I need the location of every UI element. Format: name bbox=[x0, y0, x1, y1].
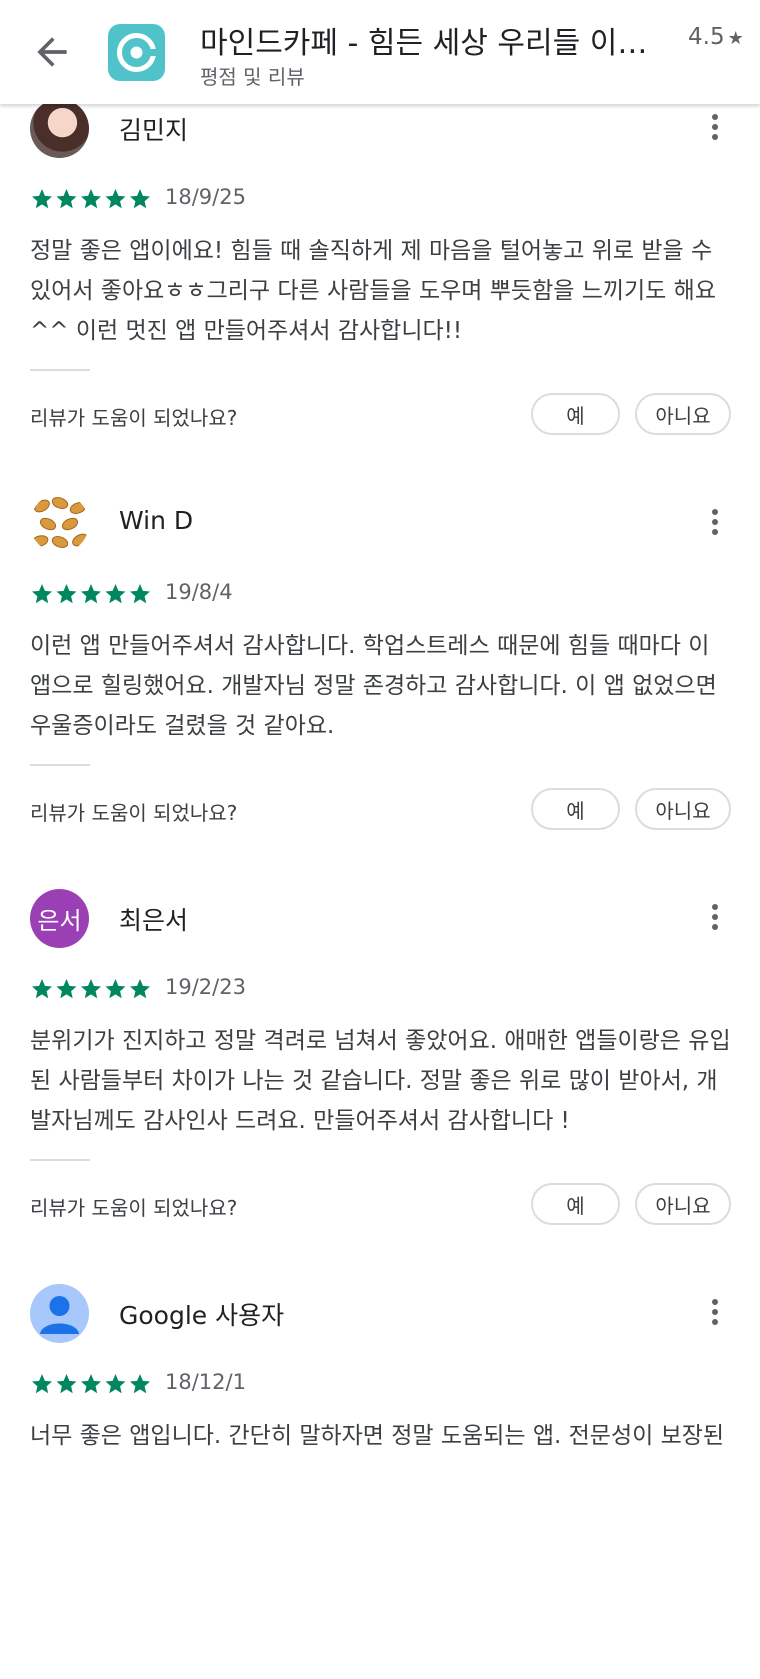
helpful-prompt: 리뷰가 도움이 되었나요? bbox=[30, 406, 238, 430]
star-icon bbox=[105, 189, 126, 209]
star-rating bbox=[32, 189, 150, 209]
more-vert-icon[interactable] bbox=[703, 899, 727, 935]
divider bbox=[30, 369, 90, 371]
helpful-prompt: 리뷰가 도움이 되었나요? bbox=[30, 801, 238, 825]
star-icon bbox=[81, 979, 101, 999]
page-subtitle: 평점 및 리뷰 bbox=[200, 65, 305, 89]
helpful-no-button[interactable]: 아니요 bbox=[635, 1183, 731, 1225]
star-rating bbox=[32, 1374, 150, 1394]
avatar bbox=[30, 99, 89, 158]
star-icon bbox=[56, 1374, 77, 1394]
review-card: Google 사용자 18/12/1 너무 좋은 앱입니다. 간단히 말하자면 … bbox=[0, 1284, 760, 1679]
taiyaki-pattern-icon bbox=[31, 497, 88, 548]
review-card: Win D 19/8/4 이런 앱 만들어주셔서 감사합니다. 학업스트레스 때… bbox=[0, 494, 760, 889]
rating-value: 4.5 bbox=[688, 24, 725, 50]
reviewer-name: 김민지 bbox=[119, 116, 189, 145]
star-icon bbox=[130, 584, 150, 604]
reviewer-name: 최은서 bbox=[119, 906, 189, 935]
star-icon bbox=[105, 1374, 126, 1394]
star-icon bbox=[81, 584, 101, 604]
avatar: 은서 bbox=[30, 889, 89, 948]
helpful-prompt: 리뷰가 도움이 되었나요? bbox=[30, 1196, 238, 1220]
review-date: 19/2/23 bbox=[165, 975, 246, 999]
star-icon bbox=[81, 1374, 101, 1394]
review-card: 은서 최은서 19/2/23 분위기가 진지하고 정말 격려로 넘쳐서 좋았어요… bbox=[0, 889, 760, 1284]
review-text: 너무 좋은 앱입니다. 간단히 말하자면 정말 도움되는 앱. 전문성이 보장된 bbox=[30, 1423, 725, 1449]
star-icon bbox=[81, 189, 101, 209]
star-icon bbox=[32, 979, 52, 999]
star-icon bbox=[130, 1374, 150, 1394]
star-icon bbox=[130, 189, 150, 209]
helpful-yes-button[interactable]: 예 bbox=[531, 788, 620, 830]
helpful-yes-button[interactable]: 예 bbox=[531, 1183, 620, 1225]
more-vert-icon[interactable] bbox=[703, 504, 727, 540]
star-icon bbox=[105, 979, 126, 999]
star-icon bbox=[32, 584, 52, 604]
app-title[interactable]: 마인드카페 - 힘든 세상 우리들 이야기 - 익명 커뮤니티, 고민 상담, … bbox=[200, 18, 670, 62]
reviewer-name: Win D bbox=[119, 506, 194, 535]
star-rating bbox=[32, 979, 150, 999]
divider bbox=[30, 764, 90, 766]
review-date: 18/12/1 bbox=[165, 1370, 246, 1394]
star-icon bbox=[32, 189, 52, 209]
more-vert-icon[interactable] bbox=[703, 1294, 727, 1330]
avatar bbox=[30, 494, 89, 553]
review-date: 19/8/4 bbox=[165, 580, 233, 604]
back-arrow-icon[interactable] bbox=[30, 30, 74, 74]
review-text: 이런 앱 만들어주셔서 감사합니다. 학업스트레스 때문에 힘들 때마다 이 앱… bbox=[30, 633, 717, 739]
more-vert-icon[interactable] bbox=[703, 109, 727, 145]
helpful-yes-button[interactable]: 예 bbox=[531, 393, 620, 435]
app-bar: 마인드카페 - 힘든 세상 우리들 이야기 - 익명 커뮤니티, 고민 상담, … bbox=[0, 0, 760, 104]
reviewer-name: Google 사용자 bbox=[119, 1301, 285, 1330]
star-icon bbox=[105, 584, 126, 604]
review-date: 18/9/25 bbox=[165, 185, 246, 209]
star-rating bbox=[32, 584, 150, 604]
avatar bbox=[30, 1284, 89, 1343]
star-icon bbox=[56, 584, 77, 604]
star-icon bbox=[56, 189, 77, 209]
helpful-no-button[interactable]: 아니요 bbox=[635, 788, 731, 830]
divider bbox=[30, 1159, 90, 1161]
star-icon bbox=[32, 1374, 52, 1394]
app-rating: 4.5 ★ bbox=[688, 24, 744, 50]
rating-star-icon: ★ bbox=[727, 28, 744, 49]
helpful-no-button[interactable]: 아니요 bbox=[635, 393, 731, 435]
star-icon bbox=[130, 979, 150, 999]
app-icon[interactable] bbox=[108, 24, 165, 81]
review-card: 김민지 18/9/25 정말 좋은 앱이에요! 힘들 때 솔직하게 제 마음을 … bbox=[0, 99, 760, 494]
person-icon bbox=[40, 1296, 79, 1334]
star-icon bbox=[56, 979, 77, 999]
review-text: 분위기가 진지하고 정말 격려로 넘쳐서 좋았어요. 애매한 앱들이랑은 유입된… bbox=[30, 1028, 731, 1134]
review-text: 정말 좋은 앱이에요! 힘들 때 솔직하게 제 마음을 털어놓고 위로 받을 수… bbox=[30, 238, 716, 344]
mindcafe-logo-icon bbox=[117, 33, 156, 72]
